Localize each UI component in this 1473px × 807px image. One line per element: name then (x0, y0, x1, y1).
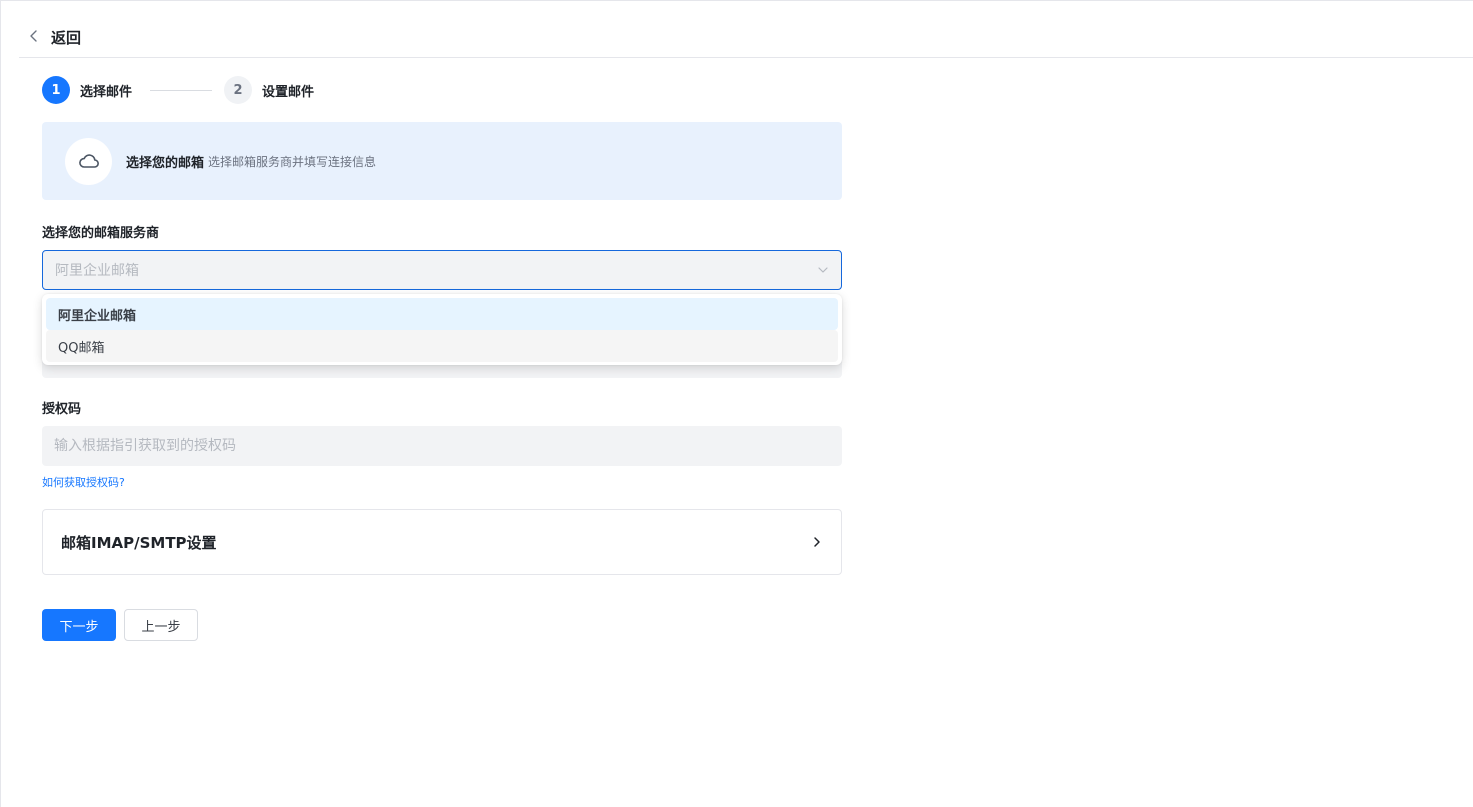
chevron-right-icon (811, 533, 823, 552)
page-header (19, 1, 1473, 58)
step-1-number: 1 (42, 76, 70, 104)
banner-title: 选择您的邮箱 (126, 155, 205, 171)
next-button[interactable]: 下一步 (42, 609, 116, 641)
back-label: 返回 (51, 28, 82, 47)
steps-indicator: 1 选择邮件 2 设置邮件 (42, 76, 314, 104)
chevron-left-icon (27, 28, 41, 47)
auth-code-input[interactable] (42, 426, 842, 466)
imap-settings-panel[interactable]: 邮箱IMAP/SMTP设置 (42, 509, 842, 575)
step-2-label: 设置邮件 (262, 84, 315, 100)
provider-option-aliyun[interactable]: 阿里企业邮箱 (46, 298, 838, 330)
back-button[interactable]: 返回 (27, 25, 81, 49)
step-1-label: 选择邮件 (80, 84, 133, 100)
page-frame: 返回 1 选择邮件 2 设置邮件 选择您的邮箱 选择邮箱服务商并填写连接信息 选… (0, 0, 1473, 807)
provider-option-qq[interactable]: QQ邮箱 (46, 330, 838, 362)
provider-select-value: 阿里企业邮箱 (55, 263, 139, 279)
provider-label: 选择您的邮箱服务商 (42, 226, 160, 241)
banner-subtitle: 选择邮箱服务商并填写连接信息 (208, 154, 377, 169)
auth-code-help-link[interactable]: 如何获取授权码? (42, 474, 125, 490)
info-banner: 选择您的邮箱 选择邮箱服务商并填写连接信息 (42, 122, 842, 200)
chevron-down-icon (817, 261, 829, 280)
imap-settings-title: 邮箱IMAP/SMTP设置 (61, 533, 217, 552)
provider-select[interactable]: 阿里企业邮箱 (42, 250, 842, 290)
step-2-number: 2 (224, 76, 253, 104)
step-1: 1 选择邮件 (42, 76, 132, 104)
step-2: 2 设置邮件 (224, 76, 314, 104)
step-divider (150, 89, 213, 91)
prev-button[interactable]: 上一步 (124, 609, 198, 641)
auth-code-label: 授权码 (42, 402, 82, 417)
provider-dropdown: 阿里企业邮箱 QQ邮箱 (42, 294, 842, 365)
cloud-icon (65, 137, 112, 185)
